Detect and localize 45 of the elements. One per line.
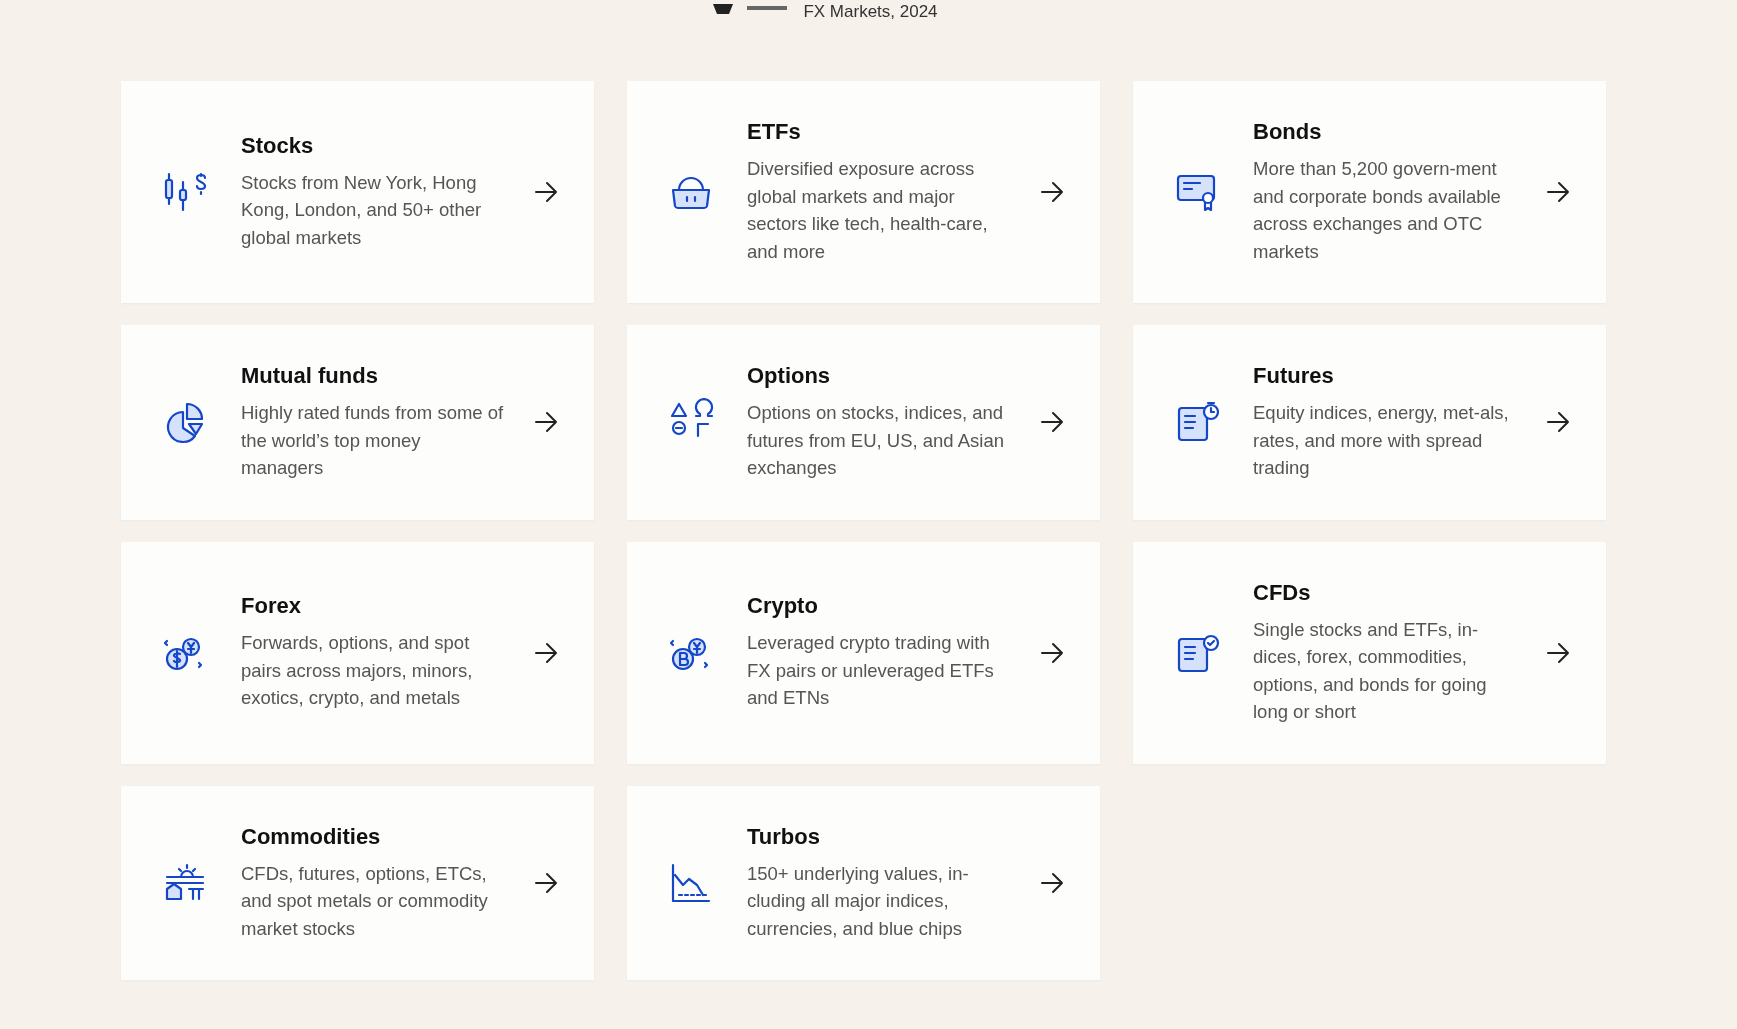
product-card[interactable]: Commodities CFDs, futures, options, ETCs, and spot metals or commodity market stocks [121, 785, 594, 980]
product-card[interactable]: CFDs Single stocks and ETFs, in-dices, forex, commodities, options, and bonds for going long or short [1133, 541, 1606, 764]
card-title: Mutual funds [241, 363, 379, 389]
product-card[interactable]: Options Options on stocks, indices, and futures from EU, US, and Asian exchanges [627, 325, 1100, 520]
card-description: Stocks from New York, Hong Kong, London, and 50+ other global markets [241, 170, 483, 250]
arrow-right-icon [534, 641, 558, 664]
card-title: Bonds [1253, 119, 1323, 145]
product-card[interactable]: Stocks Stocks from New York, Hong Kong, London, and 50+ other global markets [121, 81, 594, 303]
card-description: Leveraged crypto trading with FX pairs or unleveraged ETFs and ETNs [747, 631, 995, 711]
card-title: Options [747, 363, 832, 389]
arrow-right-icon [1546, 641, 1570, 664]
arrow-right-icon [1040, 181, 1064, 203]
card-description: Diversified exposure across global markets and major sectors like tech, health-care, and more [747, 157, 989, 264]
card-description: More than 5,200 govern-ment and corporate bonds available across exchanges and OTC markets [1253, 157, 1502, 264]
card-description: Equity indices, energy, met-als, rates, and more with spread trading [1253, 401, 1510, 480]
product-card[interactable]: Forex Forwards, options, and spot pairs across majors, minors, exotics, crypto, and metals [121, 541, 594, 764]
product-card[interactable]: Futures Equity indices, energy, met-als, rates, and more with spread trading [1133, 325, 1606, 520]
card-description: Forwards, options, and spot pairs across majors, minors, exotics, crypto, and metals [241, 631, 474, 711]
card-description: 150+ underlying values, in-cluding all major indices, currencies, and blue chips [747, 861, 970, 941]
card-title: ETFs [747, 119, 802, 145]
card-title: Futures [1253, 363, 1335, 389]
arrow-right-icon [1546, 181, 1570, 203]
card-description: Highly rated funds from some of the world’s top money managers [241, 401, 505, 480]
card-title: Crypto [747, 593, 819, 620]
arrow-right-icon [1040, 871, 1064, 894]
card-title: Turbos [747, 823, 821, 850]
product-card[interactable]: Bonds More than 5,200 govern-ment and corporate bonds available across exchanges and OTC markets [1133, 81, 1606, 303]
card-title: CFDs [1253, 579, 1312, 606]
product-card[interactable]: Crypto Leveraged crypto trading with FX pairs or unleveraged ETFs and ETNs [627, 541, 1100, 764]
arrow-right-icon [1546, 411, 1570, 434]
card-title: Forex [241, 593, 302, 620]
product-card[interactable]: Mutual funds Highly rated funds from some of the world’s top money managers [121, 325, 594, 520]
product-card[interactable]: ETFs Diversified exposure across global markets and major sectors like tech, health-care, and more [627, 81, 1100, 303]
award-caption: FX Markets, 2024 [803, 2, 938, 20]
card-description: Options on stocks, indices, and futures from EU, US, and Asian exchanges [747, 401, 1006, 480]
product-card[interactable]: Turbos 150+ underlying values, in-cluding all major indices, currencies, and blue chips [627, 785, 1100, 980]
card-description: CFDs, futures, options, ETCs, and spot metals or commodity market stocks [241, 861, 489, 941]
arrow-right-icon [534, 181, 558, 203]
card-description: Single stocks and ETFs, in-dices, forex, commodities, options, and bonds for going long or short [1253, 617, 1488, 724]
arrow-right-icon [1040, 641, 1064, 664]
arrow-right-icon [534, 871, 558, 894]
card-title: Commodities [241, 823, 382, 850]
arrow-right-icon [534, 411, 558, 434]
card-title: Stocks [241, 132, 315, 159]
arrow-right-icon [1040, 411, 1064, 434]
